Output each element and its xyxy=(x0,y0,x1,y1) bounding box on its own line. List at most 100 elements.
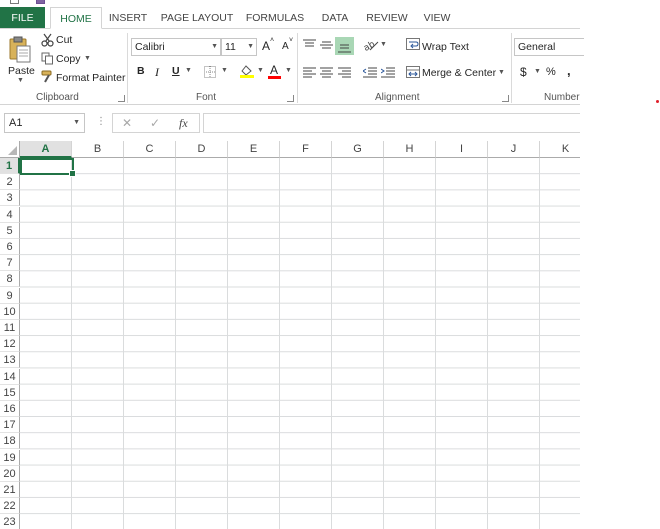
row-header-11[interactable]: 11 xyxy=(0,320,20,336)
align-center-icon[interactable] xyxy=(320,67,333,81)
comma-style-button[interactable]: , xyxy=(567,63,571,78)
orientation-icon[interactable]: ab xyxy=(362,39,380,54)
row-header-7[interactable]: 7 xyxy=(0,255,20,272)
row-header-9[interactable]: 9 xyxy=(0,287,20,304)
font-color-button[interactable]: A xyxy=(270,63,278,77)
row-header-3[interactable]: 3 xyxy=(0,190,20,207)
cancel-icon[interactable]: ✕ xyxy=(122,116,132,130)
increase-indent-icon[interactable] xyxy=(380,67,395,81)
column-header-g[interactable]: G xyxy=(332,141,384,158)
bold-button[interactable]: B xyxy=(137,65,145,77)
name-box[interactable]: A1 ▼ xyxy=(4,113,85,133)
column-header-j[interactable]: J xyxy=(488,141,540,158)
row-header-2[interactable]: 2 xyxy=(0,174,20,191)
bottom-align-button[interactable] xyxy=(335,37,354,55)
fill-color-dropdown-arrow[interactable]: ▼ xyxy=(257,67,264,74)
italic-button[interactable]: I xyxy=(155,65,159,80)
copy-icon[interactable] xyxy=(41,52,54,68)
cell-area[interactable] xyxy=(20,158,580,529)
row-header-15[interactable]: 15 xyxy=(0,384,20,401)
column-header-i[interactable]: I xyxy=(436,141,488,158)
row-header-12[interactable]: 12 xyxy=(0,336,20,353)
row-header-19[interactable]: 19 xyxy=(0,449,20,466)
number-format-select[interactable]: General xyxy=(514,38,584,56)
tab-view[interactable]: VIEW xyxy=(420,7,454,29)
column-header-f[interactable]: F xyxy=(280,141,332,158)
merge-center-button[interactable]: Merge & Center xyxy=(422,67,496,79)
wrap-text-button[interactable]: Wrap Text xyxy=(422,41,469,53)
row-header-22[interactable]: 22 xyxy=(0,498,20,515)
formula-bar: A1 ▼ ⋮ ✕ ✓ fx xyxy=(0,106,580,140)
row-header-23[interactable]: 23 xyxy=(0,514,20,529)
alignment-dialog-launcher[interactable] xyxy=(502,95,509,102)
orientation-dropdown-arrow[interactable]: ▼ xyxy=(380,41,387,48)
font-dialog-launcher[interactable] xyxy=(287,95,294,102)
row-header-10[interactable]: 10 xyxy=(0,303,20,320)
align-left-icon[interactable] xyxy=(303,67,316,81)
format-painter-button[interactable]: Format Painter xyxy=(56,72,125,84)
font-size-select[interactable]: 11 ▼ xyxy=(221,38,257,56)
row-header-8[interactable]: 8 xyxy=(0,271,20,288)
row-header-18[interactable]: 18 xyxy=(0,433,20,450)
percent-button[interactable]: % xyxy=(546,66,556,78)
row-header-6[interactable]: 6 xyxy=(0,239,20,255)
paste-label[interactable]: Paste xyxy=(8,65,35,77)
underline-button[interactable]: U xyxy=(172,65,180,77)
borders-dropdown-arrow[interactable]: ▼ xyxy=(221,67,228,74)
column-header-e[interactable]: E xyxy=(228,141,280,158)
grow-font-button[interactable]: A xyxy=(262,39,270,53)
format-painter-icon[interactable] xyxy=(41,70,54,86)
cut-button[interactable]: Cut xyxy=(56,34,72,46)
formula-bar-grip-icon[interactable]: ⋮ xyxy=(96,116,106,127)
font-color-dropdown-arrow[interactable]: ▼ xyxy=(285,67,292,74)
row-header-4[interactable]: 4 xyxy=(0,206,20,223)
align-right-icon[interactable] xyxy=(338,67,351,81)
tab-file[interactable]: FILE xyxy=(0,7,45,29)
merge-center-icon[interactable] xyxy=(406,66,420,81)
tab-home[interactable]: HOME xyxy=(50,7,102,29)
paste-dropdown-arrow[interactable]: ▼ xyxy=(17,77,24,84)
tab-review[interactable]: REVIEW xyxy=(364,7,410,29)
copy-dropdown-arrow[interactable]: ▼ xyxy=(84,55,91,62)
column-header-h[interactable]: H xyxy=(384,141,436,158)
row-header-17[interactable]: 17 xyxy=(0,417,20,434)
row-header-21[interactable]: 21 xyxy=(0,482,20,498)
save-icon[interactable] xyxy=(10,0,19,4)
clipboard-dialog-launcher[interactable] xyxy=(118,95,125,102)
column-header-a[interactable]: A xyxy=(20,141,72,158)
tab-page-layout[interactable]: PAGE LAYOUT xyxy=(160,7,234,29)
underline-dropdown-arrow[interactable]: ▼ xyxy=(185,67,192,74)
wrap-text-icon[interactable] xyxy=(406,38,420,53)
tab-insert[interactable]: INSERT xyxy=(108,7,148,29)
enter-icon[interactable]: ✓ xyxy=(150,116,160,130)
column-header-d[interactable]: D xyxy=(176,141,228,158)
column-header-c[interactable]: C xyxy=(124,141,176,158)
row-header-5[interactable]: 5 xyxy=(0,222,20,239)
tab-formulas[interactable]: FORMULAS xyxy=(244,7,306,29)
row-header-1[interactable]: 1 xyxy=(0,158,20,174)
currency-button[interactable]: $ xyxy=(520,65,527,79)
row-header-16[interactable]: 16 xyxy=(0,401,20,417)
shrink-font-button[interactable]: A xyxy=(282,41,289,52)
merge-center-dropdown-arrow[interactable]: ▼ xyxy=(498,69,505,76)
copy-button[interactable]: Copy xyxy=(56,53,81,65)
formula-input[interactable] xyxy=(203,113,580,133)
borders-icon[interactable] xyxy=(204,66,216,81)
cut-icon[interactable] xyxy=(41,33,54,50)
fill-color-icon[interactable] xyxy=(240,64,254,81)
middle-align-icon[interactable] xyxy=(320,39,333,54)
insert-function-button[interactable]: fx xyxy=(179,116,188,131)
paste-button[interactable] xyxy=(8,35,32,69)
active-cell-a1[interactable] xyxy=(20,158,76,177)
row-header-14[interactable]: 14 xyxy=(0,368,20,385)
tab-data[interactable]: DATA xyxy=(318,7,352,29)
decrease-indent-icon[interactable] xyxy=(362,67,377,81)
column-header-b[interactable]: B xyxy=(72,141,124,158)
top-align-icon[interactable] xyxy=(303,39,316,54)
currency-dropdown-arrow[interactable]: ▼ xyxy=(534,68,541,75)
row-header-13[interactable]: 13 xyxy=(0,352,20,369)
font-family-select[interactable]: Calibri ▼ xyxy=(131,38,221,56)
row-header-20[interactable]: 20 xyxy=(0,465,20,482)
select-all-button[interactable] xyxy=(0,141,20,158)
column-header-k[interactable]: K xyxy=(540,141,580,158)
